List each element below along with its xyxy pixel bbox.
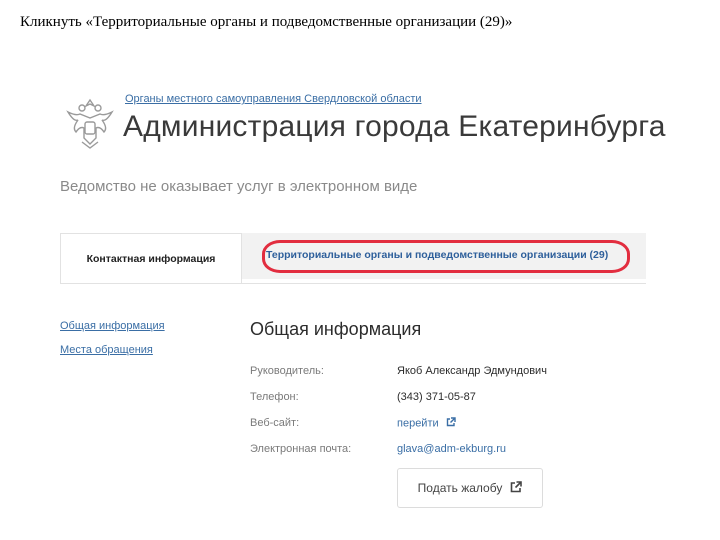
website-label: Веб-сайт:: [250, 417, 300, 429]
coat-of-arms-icon: [60, 92, 120, 152]
tab-contact-info[interactable]: Контактная информация: [60, 233, 242, 283]
email-link[interactable]: glava@adm-ekburg.ru: [397, 443, 506, 455]
parent-org-link[interactable]: Органы местного самоуправления Свердловс…: [125, 93, 422, 105]
external-link-icon: [510, 480, 523, 496]
services-notice: Ведомство не оказывает услуг в электронн…: [60, 178, 418, 195]
phone-value: (343) 371-05-87: [397, 391, 476, 403]
file-complaint-button[interactable]: Подать жалобу: [397, 468, 543, 508]
external-link-icon: [446, 417, 456, 430]
sidebar-item-contact-places[interactable]: Места обращения: [60, 344, 153, 356]
instruction-caption: Кликнуть «Территориальные органы и подве…: [20, 14, 513, 30]
sidebar-item-general-info[interactable]: Общая информация: [60, 320, 165, 332]
page-title: Администрация города Екатеринбурга: [123, 110, 666, 143]
website-link[interactable]: перейти: [397, 417, 456, 430]
head-value: Якоб Александр Эдмундович: [397, 365, 547, 377]
website-link-text: перейти: [397, 417, 439, 430]
head-label: Руководитель:: [250, 365, 324, 377]
phone-label: Телефон:: [250, 391, 299, 403]
complaint-button-label: Подать жалобу: [417, 481, 503, 495]
tab-label: Контактная информация: [86, 252, 216, 265]
highlight-circle: [262, 240, 630, 273]
email-label: Электронная почта:: [250, 443, 352, 455]
section-title: Общая информация: [250, 319, 422, 339]
